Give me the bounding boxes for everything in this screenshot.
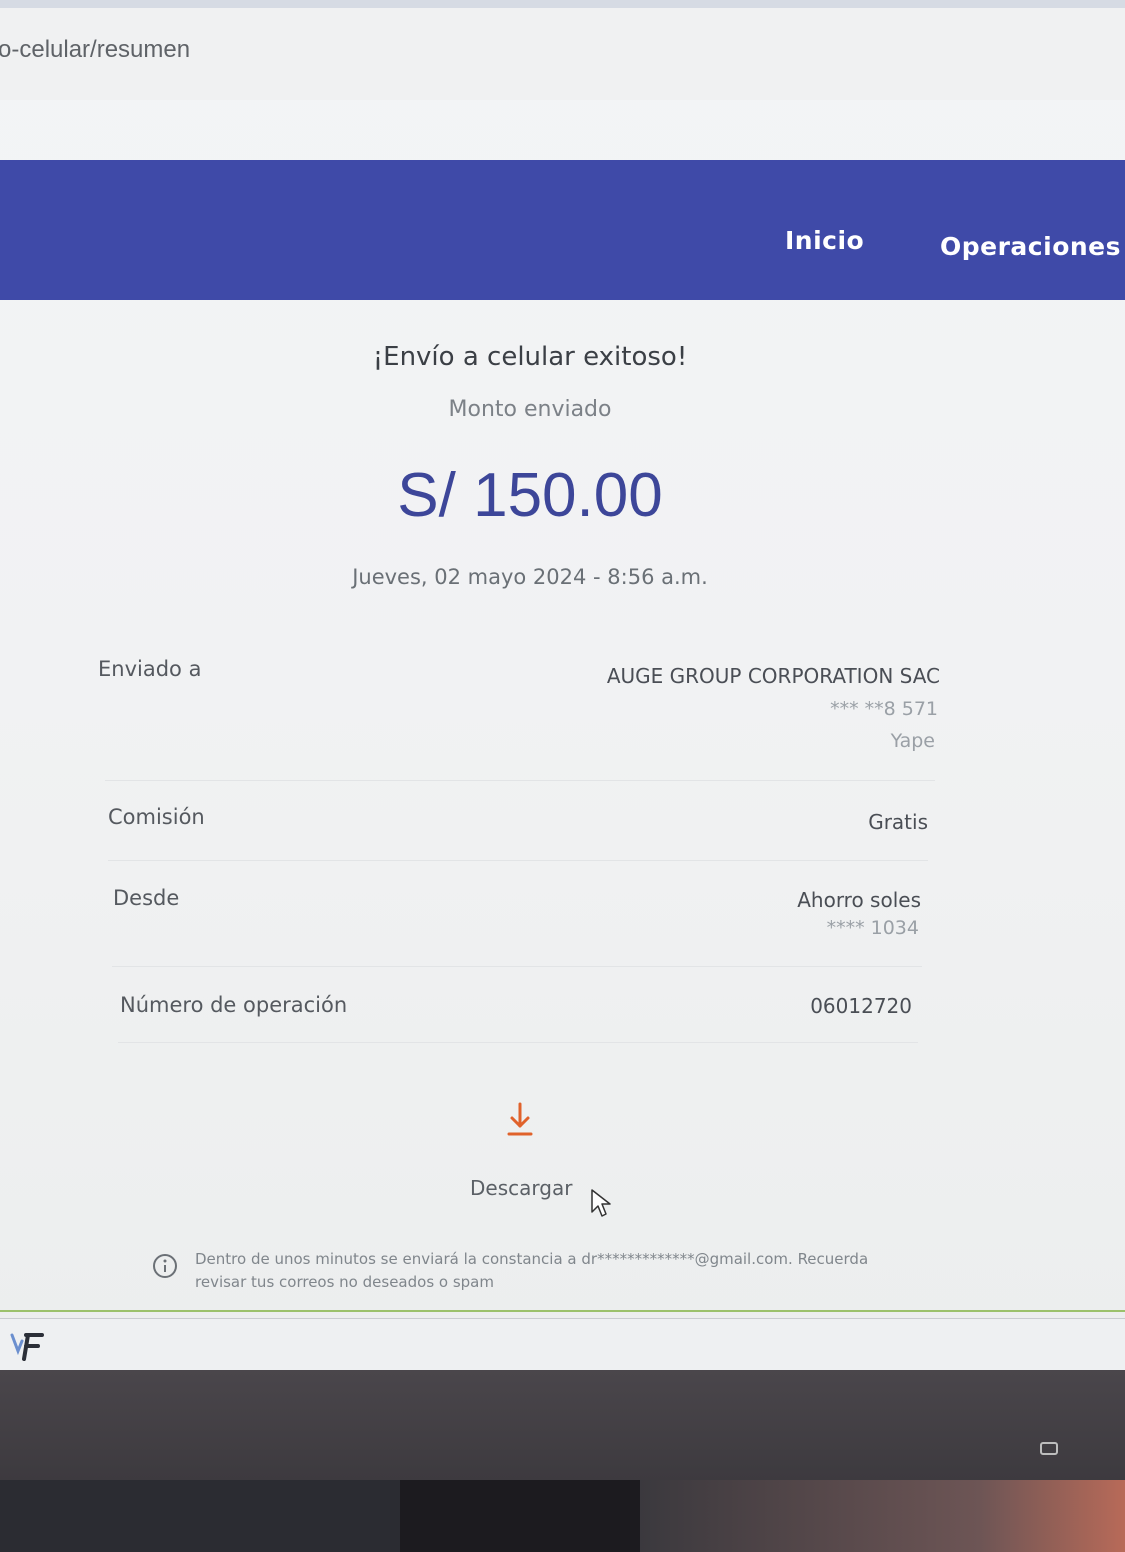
nav-inicio[interactable]: Inicio	[785, 226, 864, 255]
commission-label: Comisión	[108, 805, 205, 829]
background-desk	[640, 1480, 1125, 1552]
operation-number-label: Número de operación	[120, 993, 348, 1017]
transfer-summary: ¡Envío a celular exitoso! Monto enviado …	[0, 300, 1125, 1320]
email-notice-text: Dentro de unos minutos se enviará la con…	[195, 1250, 869, 1291]
row-divider	[105, 780, 935, 781]
monitor-bezel	[0, 1370, 1125, 1480]
accent-divider	[0, 1310, 1125, 1312]
commission-value: Gratis	[868, 810, 928, 834]
background-desk	[0, 1480, 400, 1552]
row-divider	[118, 1042, 918, 1043]
transaction-datetime: Jueves, 02 mayo 2024 - 8:56 a.m.	[352, 565, 708, 589]
recipient-phone: *** **8 571	[830, 698, 938, 720]
browser-address-bar: o-celular/resumen	[0, 0, 1125, 100]
operation-number-value: 06012720	[810, 994, 912, 1018]
taskbar	[0, 1318, 1125, 1370]
power-indicator-icon	[1040, 1442, 1058, 1455]
row-divider	[112, 966, 922, 967]
amount-value: S/ 150.00	[397, 461, 663, 530]
sent-to-label: Enviado a	[98, 657, 202, 681]
amount-label: Monto enviado	[448, 397, 612, 422]
download-button[interactable]: Descargar	[470, 1176, 572, 1200]
background-desk	[400, 1480, 640, 1552]
site-header	[0, 160, 1125, 300]
row-divider	[108, 860, 928, 861]
info-icon	[153, 1254, 177, 1278]
from-label: Desde	[113, 886, 180, 910]
browser-top-strip	[0, 0, 1125, 8]
recipient-name: AUGE GROUP CORPORATION SAC	[606, 664, 940, 688]
recipient-service: Yape	[890, 730, 935, 752]
from-account-number: **** 1034	[826, 917, 919, 939]
nav-operaciones[interactable]: Operaciones	[940, 232, 1121, 261]
app-logo-icon[interactable]	[8, 1329, 48, 1363]
download-icon[interactable]	[504, 1100, 536, 1140]
from-account: Ahorro soles	[797, 888, 921, 912]
mouse-cursor-icon	[591, 1189, 611, 1217]
monitor-screen: o-celular/resumen Inicio Operaciones ¡En…	[0, 0, 1125, 1370]
url-text[interactable]: o-celular/resumen	[0, 36, 190, 64]
success-title: ¡Envío a celular exitoso!	[372, 342, 688, 372]
